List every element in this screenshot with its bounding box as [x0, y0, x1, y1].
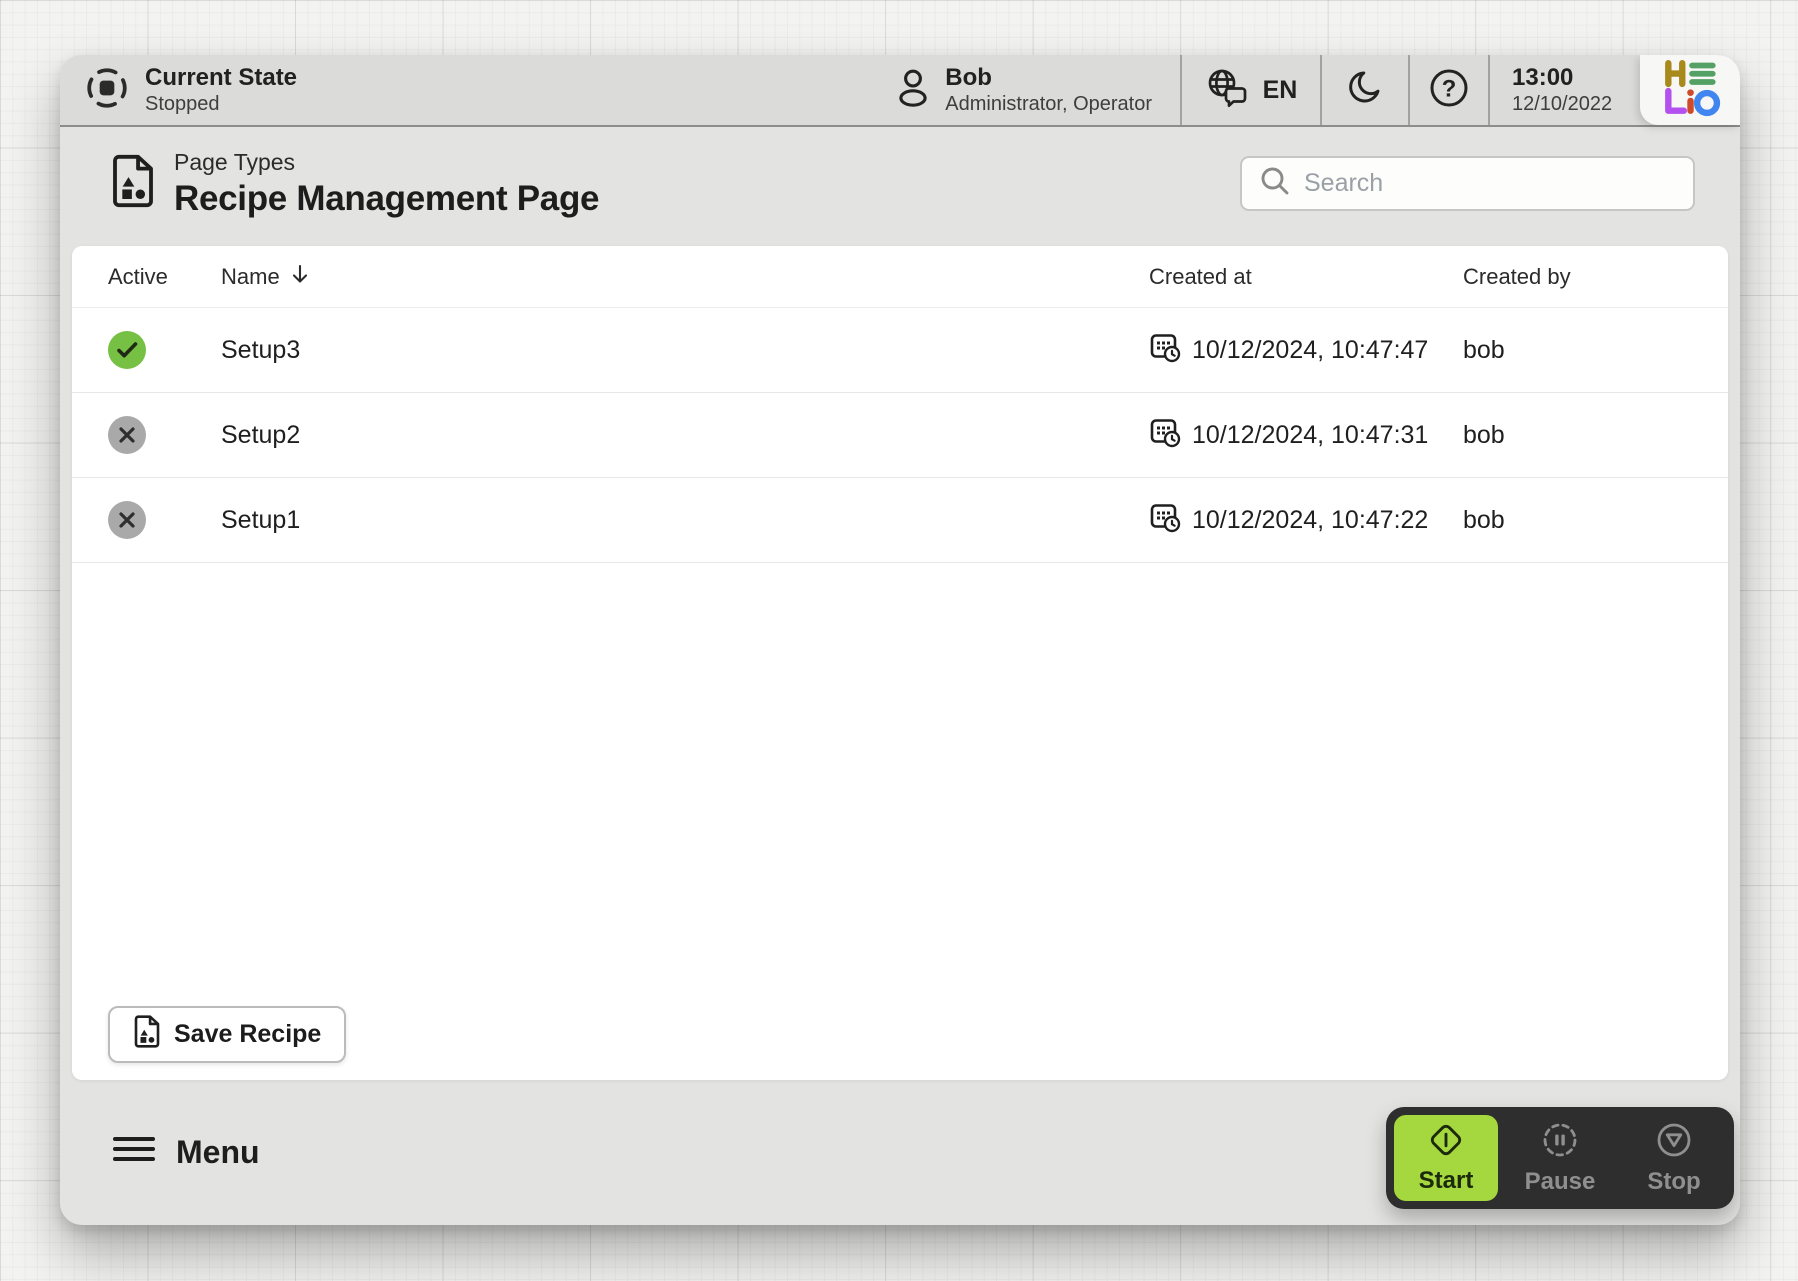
recipe-name: Setup3 — [221, 336, 1149, 365]
app-window: Current State Stopped Bob Administrator,… — [60, 55, 1740, 1225]
language-code: EN — [1263, 76, 1298, 105]
machine-controls-panel: Start Pause — [1386, 1107, 1734, 1209]
moon-icon — [1345, 68, 1385, 113]
hamburger-icon — [112, 1133, 156, 1173]
language-globe-icon — [1205, 67, 1251, 114]
date-value: 12/10/2022 — [1512, 92, 1612, 116]
search-icon — [1259, 165, 1291, 202]
search-input[interactable] — [1304, 169, 1676, 198]
start-icon — [1427, 1121, 1465, 1162]
start-button[interactable]: Start — [1394, 1115, 1498, 1201]
column-header-created-by[interactable]: Created by — [1463, 264, 1728, 290]
bottom-bar: Menu Start — [60, 1080, 1740, 1225]
recipe-name: Setup1 — [221, 506, 1149, 535]
save-recipe-icon — [133, 1015, 161, 1055]
active-status-toggle[interactable] — [108, 416, 146, 454]
recipe-name: Setup2 — [221, 421, 1149, 450]
table-header-row: Active Name Created at Created by — [72, 246, 1728, 308]
created-at-value: 10/12/2024, 10:47:31 — [1192, 421, 1428, 450]
table-row[interactable]: Setup2 10/12/2024, 10:47:31 bob — [72, 393, 1728, 478]
user-icon — [895, 68, 931, 113]
help-icon: ? — [1428, 67, 1470, 114]
helo-logo-icon — [1658, 58, 1722, 123]
save-recipe-button[interactable]: Save Recipe — [108, 1006, 346, 1063]
page-type-icon — [110, 154, 156, 213]
calendar-clock-icon — [1149, 501, 1181, 540]
sort-descending-icon — [289, 262, 311, 292]
user-menu[interactable]: Bob Administrator, Operator — [867, 55, 1180, 125]
table-row[interactable]: Setup3 10/12/2024, 10:47:47 bob — [72, 308, 1728, 393]
machine-state-indicator: Current State Stopped — [60, 55, 297, 125]
stop-icon — [1654, 1120, 1694, 1163]
column-header-name[interactable]: Name — [221, 262, 1149, 292]
menu-button[interactable]: Menu — [112, 1133, 260, 1173]
breadcrumb: Page Types — [174, 149, 599, 176]
help-button[interactable]: ? — [1408, 55, 1488, 125]
svg-text:?: ? — [1442, 75, 1457, 102]
stop-button[interactable]: Stop — [1622, 1115, 1726, 1201]
dark-mode-toggle[interactable] — [1320, 55, 1408, 125]
active-status-toggle[interactable] — [108, 331, 146, 369]
created-at-value: 10/12/2024, 10:47:22 — [1192, 506, 1428, 535]
column-header-created-at[interactable]: Created at — [1149, 264, 1463, 290]
created-by-value: bob — [1463, 421, 1728, 450]
language-button[interactable]: EN — [1180, 55, 1320, 125]
search-box[interactable] — [1240, 156, 1695, 211]
state-label: Current State — [145, 64, 297, 92]
created-by-value: bob — [1463, 336, 1728, 365]
created-by-value: bob — [1463, 506, 1728, 535]
top-bar: Current State Stopped Bob Administrator,… — [60, 55, 1740, 127]
calendar-clock-icon — [1149, 331, 1181, 370]
table-row[interactable]: Setup1 10/12/2024, 10:47:22 bob — [72, 478, 1728, 563]
recipe-table-card: Active Name Created at Created by — [72, 246, 1728, 1080]
active-status-toggle[interactable] — [108, 501, 146, 539]
column-header-active[interactable]: Active — [108, 264, 221, 290]
user-name: Bob — [945, 64, 1152, 92]
state-value: Stopped — [145, 92, 297, 116]
stopped-state-icon — [84, 65, 130, 116]
created-at-value: 10/12/2024, 10:47:47 — [1192, 336, 1428, 365]
clock-display: 13:00 12/10/2022 — [1488, 55, 1640, 125]
user-roles: Administrator, Operator — [945, 92, 1152, 116]
page-title: Recipe Management Page — [174, 179, 599, 219]
page-header: Page Types Recipe Management Page — [60, 127, 1740, 246]
calendar-clock-icon — [1149, 416, 1181, 455]
brand-logo — [1640, 55, 1740, 125]
time-value: 13:00 — [1512, 64, 1573, 92]
pause-icon — [1540, 1120, 1580, 1163]
pause-button[interactable]: Pause — [1508, 1115, 1612, 1201]
